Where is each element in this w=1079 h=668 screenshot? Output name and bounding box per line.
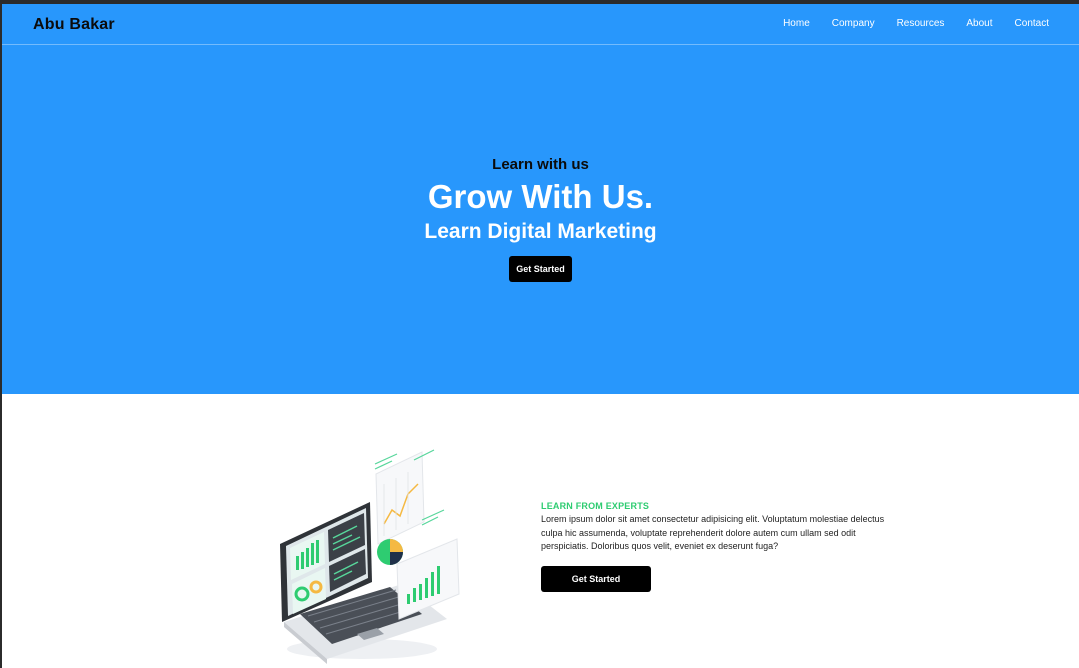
nav-contact[interactable]: Contact — [1015, 18, 1049, 29]
hero-subtitle: Learn Digital Marketing — [424, 220, 657, 243]
nav-company[interactable]: Company — [832, 18, 875, 29]
feature-get-started-button[interactable]: Get Started — [541, 566, 651, 592]
nav-resources[interactable]: Resources — [897, 18, 945, 29]
site-logo[interactable]: Abu Bakar — [33, 16, 115, 34]
feature-block: LEARN FROM EXPERTS Lorem ipsum dolor sit… — [541, 501, 886, 554]
hero-section: Abu Bakar Home Company Resources About C… — [2, 4, 1079, 394]
laptop-analytics-illustration — [280, 449, 460, 664]
feature-tag: LEARN FROM EXPERTS — [541, 501, 650, 511]
hero-get-started-button[interactable]: Get Started — [509, 256, 572, 282]
page: Abu Bakar Home Company Resources About C… — [2, 4, 1079, 668]
hero-kicker: Learn with us — [492, 156, 589, 173]
nav-about[interactable]: About — [966, 18, 992, 29]
hero-title: Grow With Us. — [427, 178, 654, 215]
navbar: Abu Bakar Home Company Resources About C… — [2, 4, 1079, 45]
nav-links: Home Company Resources About Contact — [783, 18, 1049, 29]
nav-home[interactable]: Home — [783, 18, 810, 29]
feature-text: Lorem ipsum dolor sit amet consectetur a… — [541, 514, 885, 551]
hero-content: Learn with us Grow With Us. Learn Digita… — [2, 156, 1079, 282]
